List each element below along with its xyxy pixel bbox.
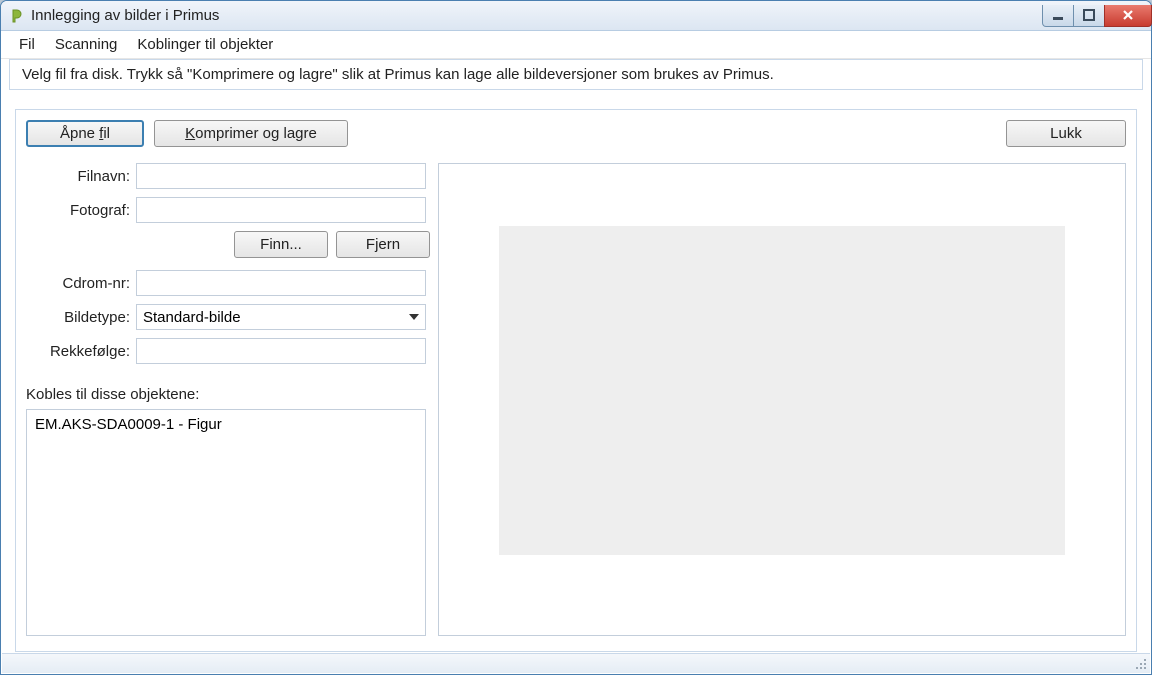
menu-scanning[interactable]: Scanning <box>45 33 128 56</box>
chevron-down-icon <box>409 314 419 320</box>
kobles-label: Kobles til disse objektene: <box>26 386 426 403</box>
compress-save-button[interactable]: Komprimer og lagre <box>154 120 348 147</box>
maximize-button[interactable] <box>1073 5 1105 27</box>
filnavn-input[interactable] <box>136 163 426 189</box>
toolbar-row: Åpne fil Komprimer og lagre Lukk <box>26 120 1126 147</box>
image-preview-area <box>499 226 1065 555</box>
menu-koblinger[interactable]: Koblinger til objekter <box>127 33 283 56</box>
menubar: Fil Scanning Koblinger til objekter <box>1 31 1151 59</box>
label-cdrom: Cdrom-nr: <box>26 275 136 292</box>
close-button[interactable] <box>1104 5 1152 27</box>
maximize-icon <box>1083 9 1095 21</box>
resize-grip-icon[interactable] <box>1134 657 1148 671</box>
titlebar: Innlegging av bilder i Primus <box>1 1 1151 31</box>
window-controls <box>1042 5 1151 27</box>
left-column: Filnavn: Fotograf: Finn... Fjern Cdrom-n… <box>26 163 426 636</box>
fotograf-input[interactable] <box>136 197 426 223</box>
open-file-label: Åpne fil <box>60 125 110 142</box>
compress-save-label: Komprimer og lagre <box>185 125 317 142</box>
content-panel: Åpne fil Komprimer og lagre Lukk Filnavn… <box>15 109 1137 652</box>
cdrom-input[interactable] <box>136 270 426 296</box>
list-item[interactable]: EM.AKS-SDA0009-1 - Figur <box>35 416 417 433</box>
main-window: Innlegging av bilder i Primus Fil Scanni… <box>0 0 1152 675</box>
open-file-button[interactable]: Åpne fil <box>26 120 144 147</box>
app-icon <box>9 8 25 24</box>
label-fotograf: Fotograf: <box>26 202 136 219</box>
remove-button[interactable]: Fjern <box>336 231 430 258</box>
bildetype-select[interactable]: Standard-bilde <box>136 304 426 330</box>
minimize-button[interactable] <box>1042 5 1074 27</box>
preview-panel <box>438 163 1126 636</box>
window-title: Innlegging av bilder i Primus <box>31 7 219 24</box>
label-bildetype: Bildetype: <box>26 309 136 326</box>
minimize-icon <box>1052 9 1064 21</box>
status-bar <box>2 653 1150 673</box>
label-filnavn: Filnavn: <box>26 168 136 185</box>
label-rekkefolge: Rekkefølge: <box>26 343 136 360</box>
menu-fil[interactable]: Fil <box>9 33 45 56</box>
close-dialog-button[interactable]: Lukk <box>1006 120 1126 147</box>
close-icon <box>1121 8 1135 22</box>
rekkefolge-input[interactable] <box>136 338 426 364</box>
objects-listbox[interactable]: EM.AKS-SDA0009-1 - Figur <box>26 409 426 636</box>
body-columns: Filnavn: Fotograf: Finn... Fjern Cdrom-n… <box>26 163 1126 636</box>
bildetype-value: Standard-bilde <box>143 309 241 326</box>
info-text: Velg fil fra disk. Trykk så "Komprimere … <box>9 59 1143 90</box>
find-button[interactable]: Finn... <box>234 231 328 258</box>
